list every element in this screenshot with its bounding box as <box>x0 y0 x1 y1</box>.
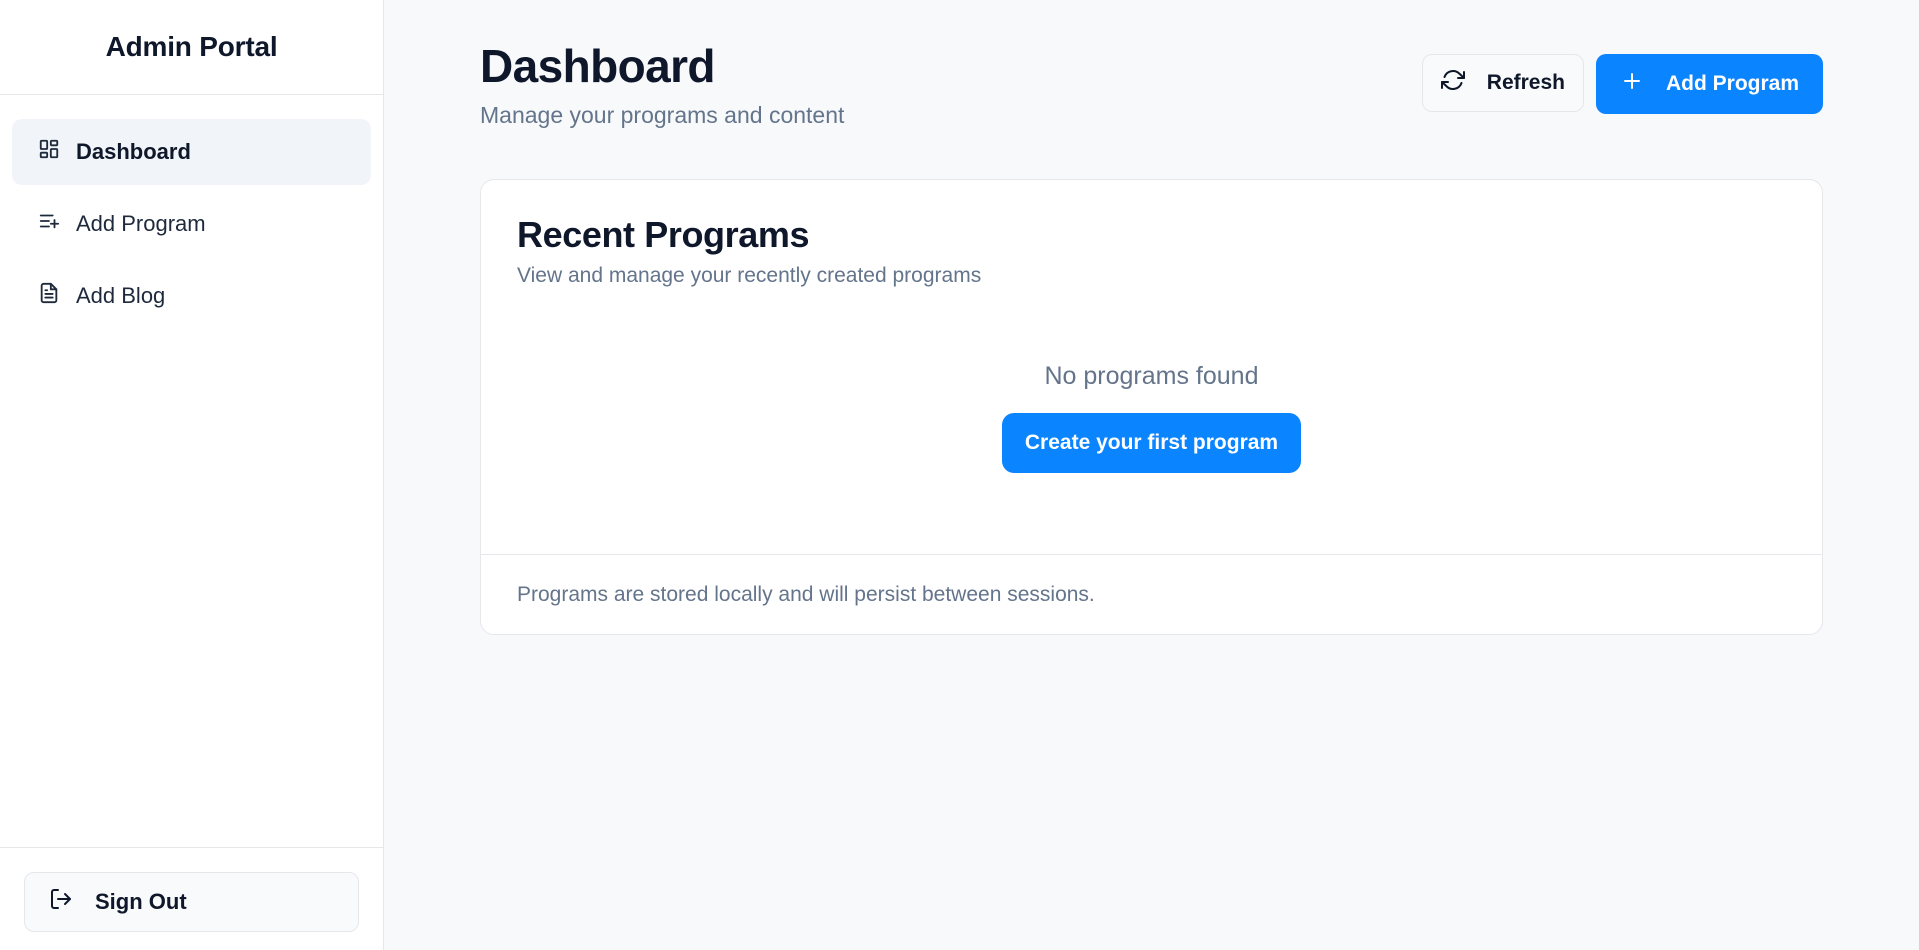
sidebar-nav: Dashboard Add Program Add Blog <box>0 95 383 353</box>
create-first-program-button[interactable]: Create your first program <box>1001 413 1302 473</box>
page-title: Dashboard <box>480 40 715 92</box>
empty-state-text: No programs found <box>1044 362 1259 390</box>
header-actions: Refresh Add Program <box>1421 54 1823 114</box>
logout-icon <box>49 887 73 917</box>
refresh-icon <box>1440 68 1465 98</box>
app-root: Admin Portal Dashboard Add Program Add B… <box>0 0 1919 950</box>
sign-out-button[interactable]: Sign Out <box>24 872 359 932</box>
card-subtitle: View and manage your recently created pr… <box>517 264 982 287</box>
recent-programs-card: Recent Programs View and manage your rec… <box>480 179 1823 635</box>
list-plus-icon <box>38 210 60 238</box>
page-heading: Dashboard Manage your programs and conte… <box>480 40 844 129</box>
add-program-label: Add Program <box>1665 72 1799 95</box>
sidebar-item-label: Add Blog <box>76 283 166 308</box>
sidebar: Admin Portal Dashboard Add Program Add B… <box>0 0 384 950</box>
page-header: Dashboard Manage your programs and conte… <box>480 40 1823 129</box>
main-content: Dashboard Manage your programs and conte… <box>384 0 1919 950</box>
sidebar-footer: Sign Out <box>0 847 383 950</box>
add-program-button[interactable]: Add Program <box>1595 54 1823 114</box>
sidebar-item-label: Add Program <box>76 211 206 236</box>
empty-state: No programs found Create your first prog… <box>481 362 1822 473</box>
sign-out-label: Sign Out <box>95 889 187 914</box>
page-subtitle: Manage your programs and content <box>480 102 845 128</box>
card-header: Recent Programs View and manage your rec… <box>481 180 1822 288</box>
card-title: Recent Programs <box>517 214 810 255</box>
dashboard-grid-icon <box>38 138 60 166</box>
sidebar-item-dashboard[interactable]: Dashboard <box>12 119 371 185</box>
document-icon <box>38 282 60 310</box>
brand-title: Admin Portal <box>0 0 383 95</box>
refresh-label: Refresh <box>1486 71 1565 94</box>
sidebar-item-add-blog[interactable]: Add Blog <box>12 263 371 329</box>
card-footer-note: Programs are stored locally and will per… <box>481 554 1822 634</box>
sidebar-item-label: Dashboard <box>76 139 191 164</box>
sidebar-item-add-program[interactable]: Add Program <box>12 191 371 257</box>
plus-icon <box>1620 69 1644 99</box>
refresh-button[interactable]: Refresh <box>1421 54 1584 112</box>
